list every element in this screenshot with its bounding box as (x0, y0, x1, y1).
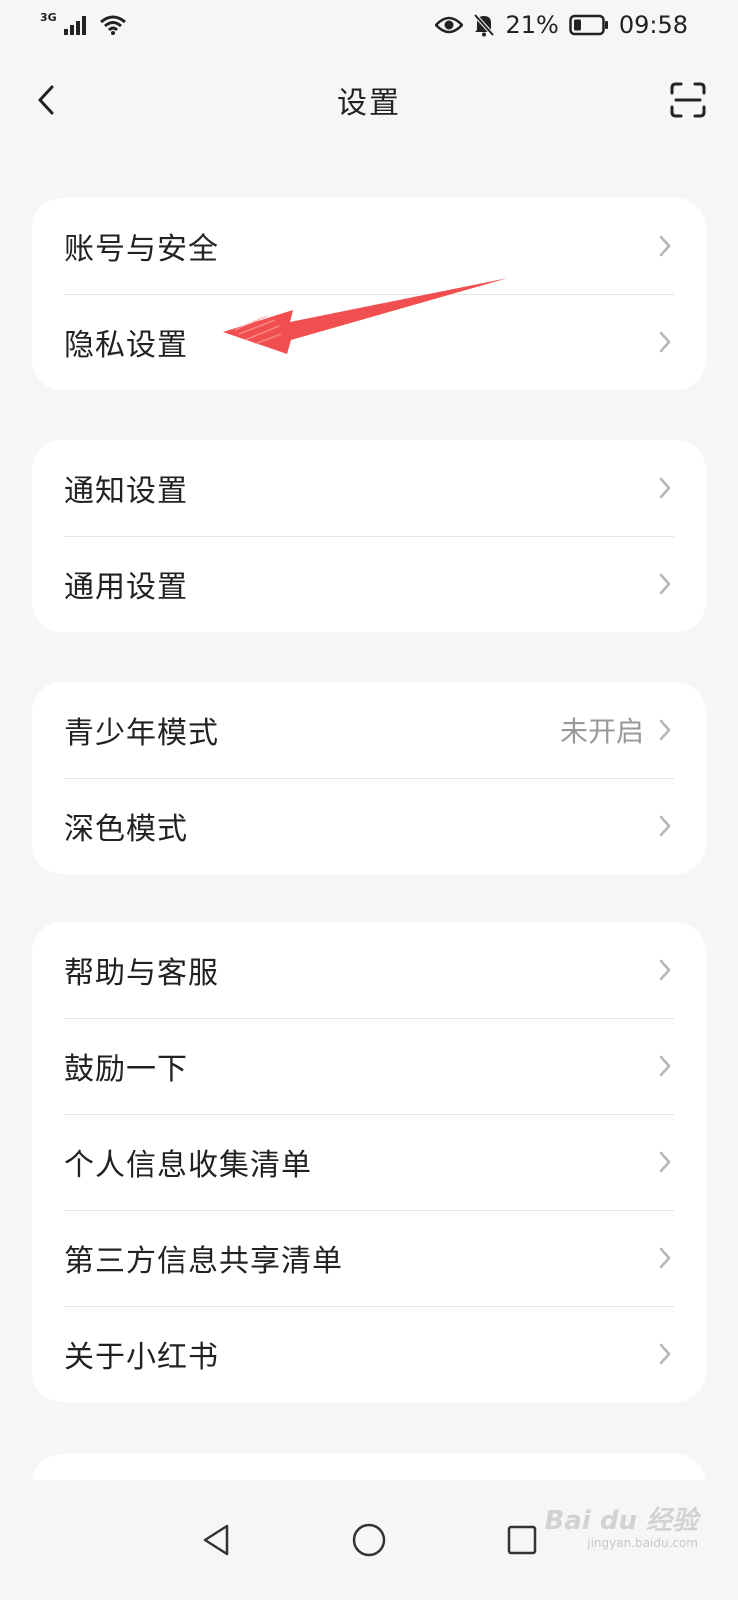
chevron-right-icon (658, 1341, 674, 1367)
settings-item-general[interactable]: 通用设置 (32, 536, 706, 632)
settings-item-label: 第三方信息共享清单 (64, 1244, 343, 1279)
battery-icon (569, 14, 608, 36)
settings-item-teen-mode[interactable]: 青少年模式 未开启 (32, 682, 706, 778)
settings-item-label: 个人信息收集清单 (64, 1148, 312, 1183)
chevron-right-icon (658, 475, 674, 501)
settings-item-about[interactable]: 关于小红书 (32, 1306, 706, 1402)
settings-item-label: 隐私设置 (64, 328, 188, 363)
settings-group-notifications: 通知设置 通用设置 (32, 440, 706, 632)
settings-item-notification[interactable]: 通知设置 (32, 440, 706, 536)
nav-recents-icon[interactable] (505, 1523, 539, 1557)
page-title: 设置 (337, 86, 401, 121)
chevron-right-icon (658, 1149, 674, 1175)
settings-group-about: 帮助与客服 鼓励一下 个人信息收集清单 第三方信息共享清单 关于小红书 (32, 922, 706, 1402)
settings-group-modes: 青少年模式 未开启 深色模式 (32, 682, 706, 874)
chevron-left-icon (38, 85, 54, 115)
settings-item-personal-info-list[interactable]: 个人信息收集清单 (32, 1114, 706, 1210)
status-left: 3G (40, 10, 127, 36)
eye-icon (435, 16, 464, 34)
settings-item-label: 关于小红书 (64, 1340, 219, 1375)
settings-item-label: 通知设置 (64, 474, 188, 509)
chevron-right-icon (658, 813, 674, 839)
settings-item-label: 深色模式 (64, 812, 188, 847)
signal-icon (63, 16, 86, 35)
chevron-right-icon (658, 957, 674, 983)
network-type: 3G (40, 10, 57, 24)
settings-item-dark-mode[interactable]: 深色模式 (32, 778, 706, 874)
status-right: 21% 09:58 (435, 11, 688, 39)
chevron-right-icon (658, 233, 674, 259)
back-button[interactable] (26, 78, 66, 122)
chevron-right-icon (658, 1245, 674, 1271)
settings-item-label: 青少年模式 (64, 716, 219, 751)
chevron-right-icon (658, 1053, 674, 1079)
settings-group-account: 账号与安全 隐私设置 (32, 198, 706, 390)
chevron-right-icon (658, 717, 674, 743)
watermark-brand: Bai du 经验 (544, 1506, 699, 1536)
scan-icon (670, 82, 706, 118)
settings-item-label: 帮助与客服 (64, 956, 219, 991)
baidu-watermark: Bai du 经验 jingyan.baidu.com (544, 1500, 699, 1550)
clock-time: 09:58 (618, 11, 688, 39)
nav-home-icon[interactable] (351, 1522, 387, 1558)
settings-item-account-security[interactable]: 账号与安全 (32, 198, 706, 294)
watermark-url: jingyan.baidu.com (587, 1536, 698, 1550)
page-header: 设置 (0, 50, 738, 150)
wifi-icon (99, 15, 126, 35)
scan-button[interactable] (668, 80, 708, 120)
teen-mode-status: 未开启 (559, 715, 644, 748)
settings-item-encourage[interactable]: 鼓励一下 (32, 1018, 706, 1114)
settings-item-help[interactable]: 帮助与客服 (32, 922, 706, 1018)
bell-muted-icon (473, 13, 495, 37)
nav-back-icon[interactable] (199, 1522, 233, 1558)
status-bar: 3G 21% 09:58 (0, 0, 738, 50)
settings-item-label: 账号与安全 (64, 232, 219, 267)
battery-percent: 21% (505, 11, 559, 39)
settings-item-label: 通用设置 (64, 570, 188, 605)
settings-item-privacy[interactable]: 隐私设置 (32, 294, 706, 390)
settings-item-label: 鼓励一下 (64, 1052, 188, 1087)
chevron-right-icon (658, 329, 674, 355)
chevron-right-icon (658, 571, 674, 597)
settings-item-third-party-list[interactable]: 第三方信息共享清单 (32, 1210, 706, 1306)
